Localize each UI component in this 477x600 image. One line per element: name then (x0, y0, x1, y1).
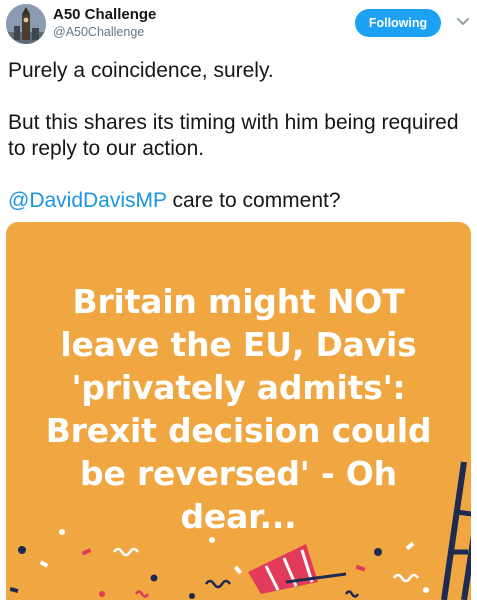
headline-line: Brexit decision could (45, 411, 432, 450)
headline-line: be reversed' - Oh (80, 454, 397, 493)
display-name[interactable]: A50 Challenge (53, 6, 156, 24)
account-handle[interactable]: @A50Challenge (53, 24, 156, 41)
chevron-down-icon[interactable] (455, 14, 471, 30)
tweet-header: A50 Challenge @A50Challenge Following (0, 0, 477, 52)
tweet-media-image[interactable]: Britain might NOT leave the EU, Davis 'p… (6, 222, 471, 600)
avatar[interactable] (6, 4, 46, 44)
tweet-line-3-rest: care to comment? (166, 189, 341, 212)
headline-line: 'privately admits': (71, 368, 406, 407)
headline-line: Britain might NOT (72, 282, 405, 321)
tweet-line-2: But this shares its timing with him bein… (8, 111, 459, 160)
tweet-line-1: Purely a coincidence, surely. (8, 59, 274, 82)
mention-link[interactable]: @DavidDavisMP (8, 189, 167, 212)
account-names: A50 Challenge @A50Challenge (53, 6, 156, 41)
following-button[interactable]: Following (355, 9, 441, 37)
headline-line: dear... (180, 497, 297, 536)
headline-line: leave the EU, Davis (60, 325, 417, 364)
tweet-line-3: @DavidDavisMP care to comment? (8, 188, 470, 214)
media-headline: Britain might NOT leave the EU, Davis 'p… (6, 280, 471, 538)
tweet-text: Purely a coincidence, surely. But this s… (8, 58, 470, 214)
big-ben-avatar-image (6, 4, 46, 44)
